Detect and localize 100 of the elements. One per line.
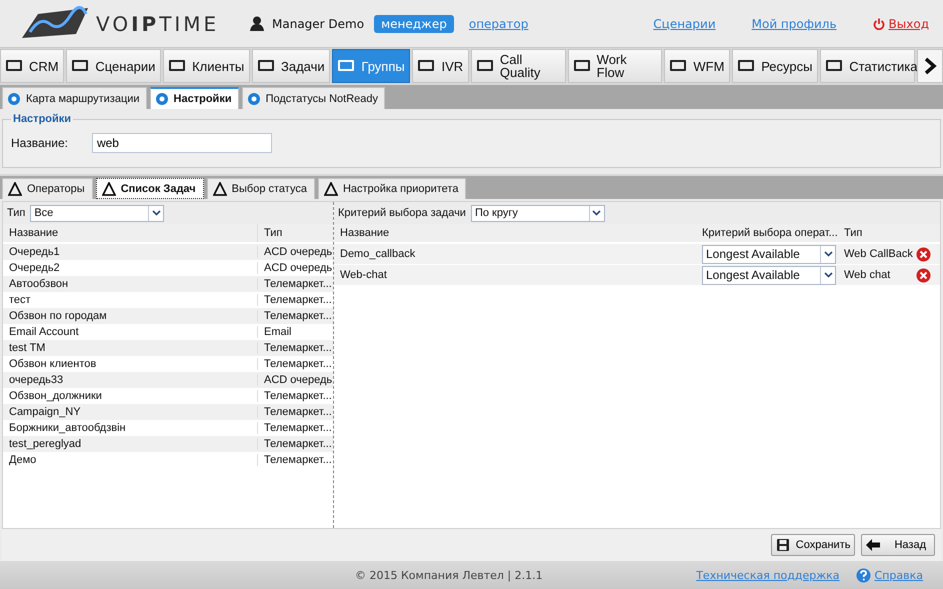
table-cell: Очередь1 (3, 246, 258, 258)
delete-icon[interactable] (916, 268, 931, 282)
main-tab[interactable]: WFM (664, 49, 730, 83)
table-cell: Campaign_NY (3, 406, 258, 418)
type-dropdown[interactable]: Все (30, 204, 164, 222)
filter-label: Тип (7, 207, 26, 219)
main-tab[interactable]: Call Quality (470, 49, 566, 83)
table-cell-text: Телемаркет... (263, 310, 332, 322)
triangle-icon (324, 182, 338, 196)
column-header[interactable]: Название (3, 224, 258, 242)
table-cell: test_pereglyad (3, 438, 258, 450)
table-cell-text: Телемаркет... (263, 342, 332, 354)
table-cell-text: Телемаркет... (263, 294, 332, 306)
table-cell-text: Web-chat (339, 269, 388, 281)
monitor-icon (337, 58, 356, 74)
table-cell-text: Телемаркет... (263, 438, 332, 450)
monitor-icon (476, 58, 494, 74)
table-cell: Боржники_автообдзвін (3, 422, 258, 434)
circle-icon (7, 92, 21, 106)
inner-tab[interactable]: Список Задач (96, 178, 204, 199)
monitor-icon (5, 58, 23, 74)
table-cell: Демо (3, 454, 258, 466)
criterion-dropdown[interactable]: Longest Available (702, 244, 836, 264)
main-tab[interactable]: Группы (332, 49, 410, 83)
main-tab[interactable]: Сценарии (66, 49, 162, 83)
back-button[interactable]: Назад (861, 534, 935, 556)
name-label: Название: (11, 136, 68, 150)
caret-icon (824, 251, 832, 257)
criterion-dropdown[interactable]: Longest Available (702, 266, 836, 284)
role-link[interactable]: менеджер (374, 14, 454, 32)
monitor-icon (669, 58, 688, 74)
floppy-icon (776, 538, 790, 552)
inner-tab[interactable]: Операторы (2, 178, 93, 199)
main-tab[interactable]: Статистика (820, 49, 915, 83)
caret-icon (592, 210, 602, 216)
table-cell-text: Web CallBack (843, 248, 914, 260)
filter-label: Критерий выбора задачи (338, 207, 466, 219)
main-tab[interactable]: Ресурсы (732, 49, 818, 83)
user-name: Manager Demo (272, 16, 364, 30)
table-cell-text: ACD очередь (263, 262, 332, 274)
power-icon (872, 18, 885, 30)
caret-icon (152, 210, 161, 216)
table-cell: Обзвон_должники (3, 390, 258, 402)
sub-tab[interactable]: Карта маршрутизации (2, 87, 147, 109)
settings-legend: Настройки (11, 113, 74, 125)
help-icon (856, 568, 871, 582)
table-cell-text: Телемаркет... (263, 454, 332, 466)
circle-icon (246, 92, 261, 106)
save-button[interactable]: Сохранить (770, 534, 856, 556)
inner-tab[interactable]: Настройка приоритета (318, 178, 466, 199)
table-cell: test TM (3, 342, 258, 354)
name-field[interactable]: web (92, 133, 272, 153)
table-cell-text: Телемаркет... (263, 278, 332, 290)
main-tab[interactable]: IVR (412, 49, 469, 83)
arrow-left-icon (866, 539, 880, 551)
main-tab[interactable]: Задачи (252, 49, 330, 83)
table-cell: Автообзвон (3, 278, 258, 290)
column-header[interactable]: Тип (258, 227, 282, 239)
inner-tab[interactable]: Выбор статуса (206, 178, 315, 199)
column-header[interactable]: Тип (840, 227, 916, 239)
table-cell-text: Телемаркет... (263, 422, 332, 434)
monitor-icon (737, 58, 756, 74)
table-cell-text: ACD очередь (263, 246, 332, 258)
monitor-icon (71, 58, 90, 74)
main-tab[interactable]: CRM (0, 49, 64, 83)
criterion-dropdown[interactable]: По кругу (470, 204, 605, 222)
table-cell-text: Телемаркет... (263, 358, 332, 370)
monitor-icon (825, 58, 844, 74)
table-cell: очередь33 (3, 374, 258, 386)
table-cell: тест (3, 294, 258, 306)
chevron-right-icon (922, 57, 937, 75)
main-tab[interactable]: Клиенты (163, 49, 250, 83)
table-cell: Email Account (3, 326, 258, 338)
table-cell: Обзвон по городам (3, 310, 258, 322)
table-cell-text: Email (263, 326, 292, 338)
table-cell-text: ACD очередь (263, 374, 332, 386)
logout-link[interactable]: Выход (872, 16, 929, 30)
main-tab[interactable]: Work Flow (568, 49, 662, 83)
caret-icon (824, 272, 832, 278)
triangle-icon (8, 182, 22, 196)
triangle-icon (102, 182, 116, 196)
delete-icon[interactable] (916, 246, 931, 262)
circle-icon (154, 92, 169, 106)
copyright-text: © 2015 Компания Левтел | 2.1.1 (355, 568, 543, 582)
monitor-icon (168, 58, 186, 74)
sub-tab[interactable]: Настройки (150, 87, 239, 109)
table-cell: Очередь2 (3, 262, 258, 274)
table-cell-text: Телемаркет... (263, 406, 332, 418)
table-cell: Обзвон клиентов (3, 358, 258, 370)
next-button[interactable] (916, 49, 943, 83)
monitor-icon (257, 58, 275, 74)
table-cell-text: Demo_callback (339, 248, 416, 260)
sub-tab[interactable]: Подстатусы NotReady (242, 87, 385, 109)
column-header[interactable]: Критерий выбора операт... (698, 227, 840, 239)
monitor-icon (572, 58, 591, 74)
user-icon (250, 16, 264, 31)
table-cell-text: Телемаркет... (263, 390, 332, 402)
table-cell-text: Web chat (843, 269, 892, 281)
column-header[interactable]: Название (334, 227, 698, 239)
monitor-icon (417, 58, 436, 74)
